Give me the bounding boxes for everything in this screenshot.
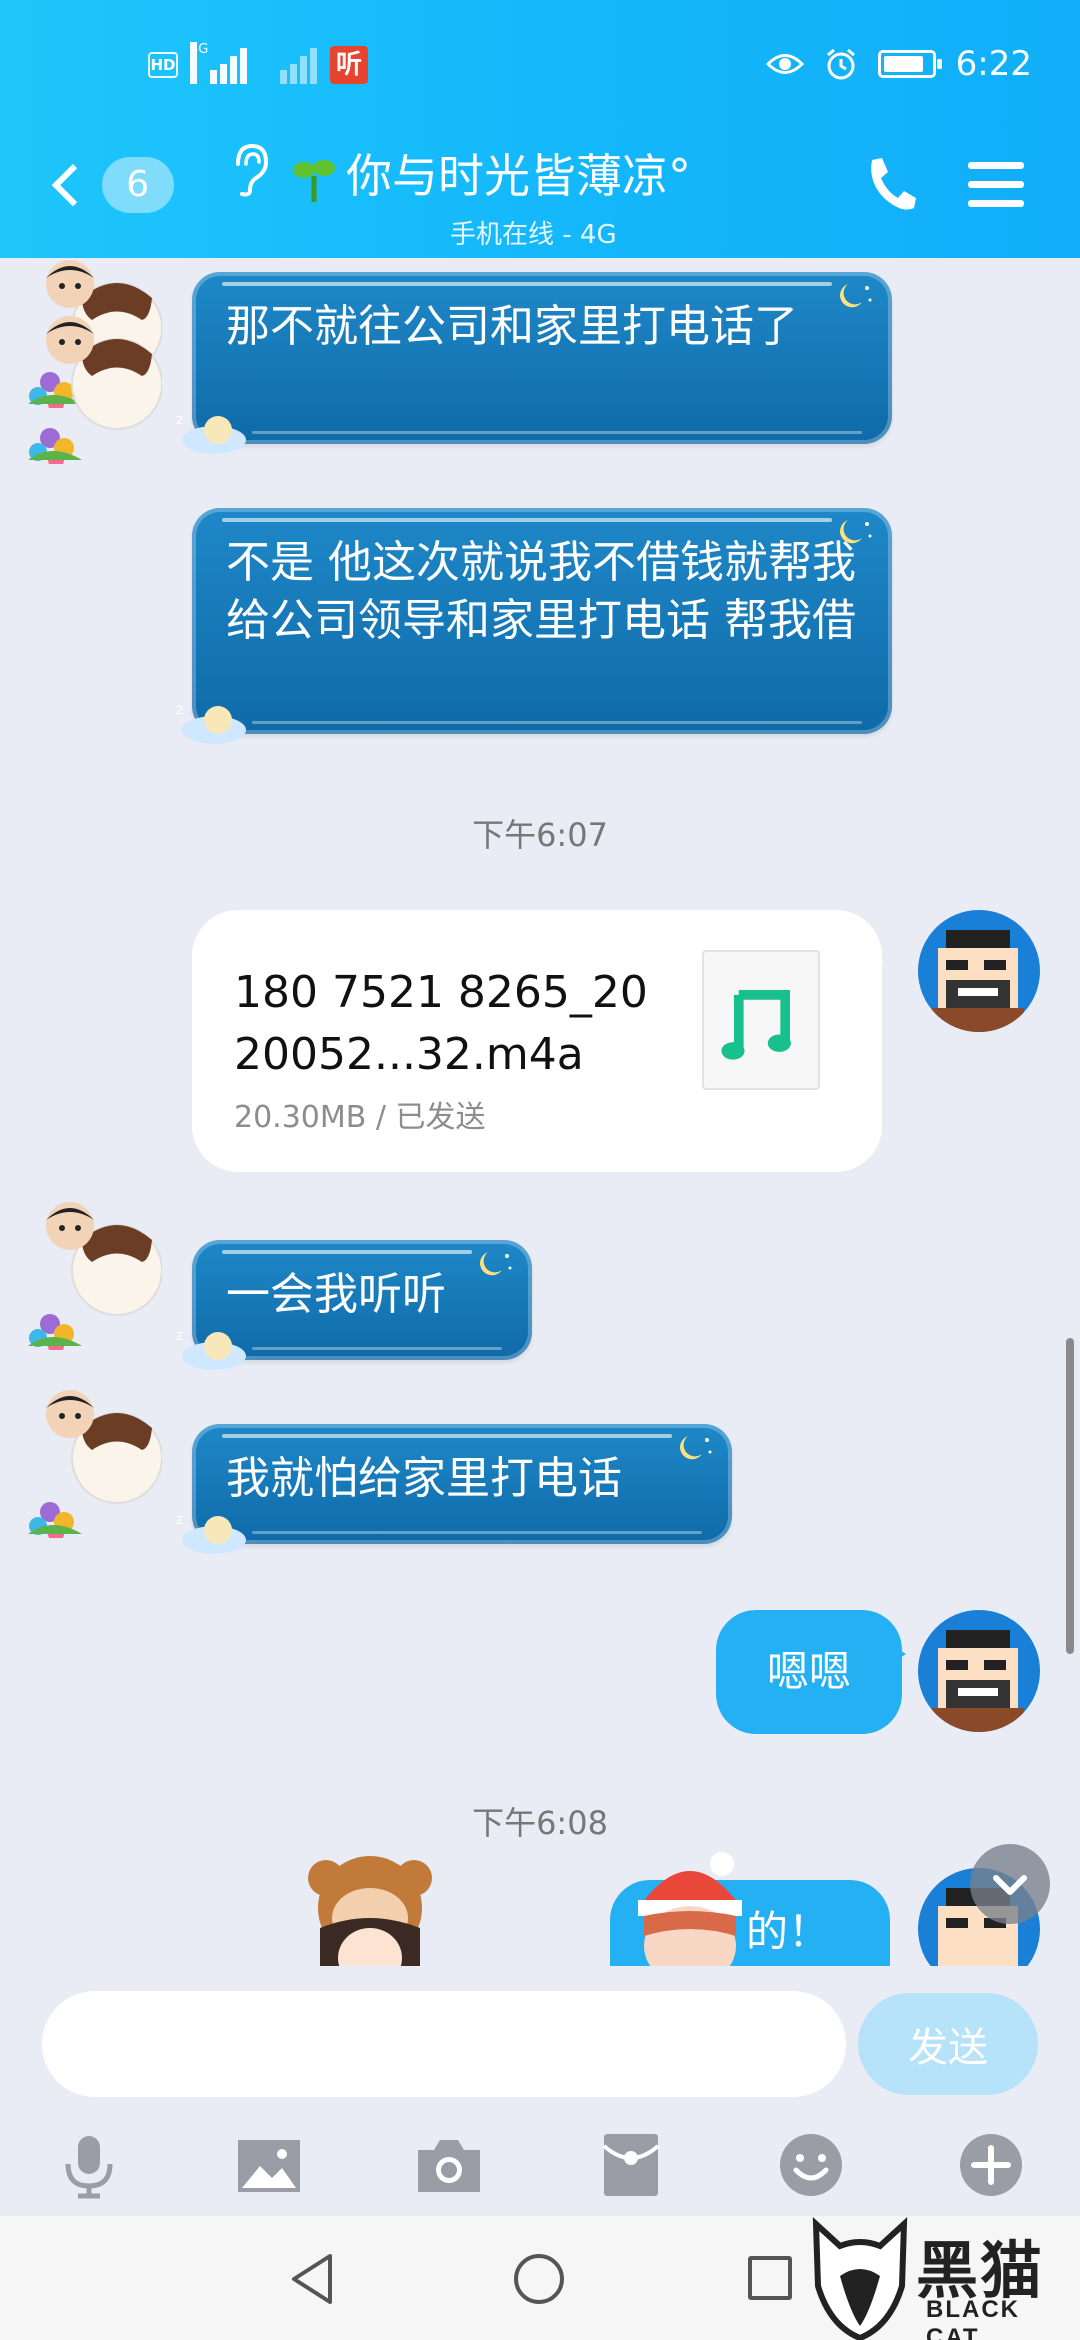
svg-text:z: z [176, 1328, 183, 1344]
system-navigation: 黑猫 BLACK CAT [0, 2216, 1080, 2340]
camera-icon[interactable] [414, 2130, 484, 2200]
hd-indicator: HD [148, 52, 178, 78]
svg-text:z: z [176, 1512, 183, 1528]
black-cat-logo-icon [812, 2216, 908, 2340]
timestamp: 下午6:08 [472, 1804, 608, 1842]
pixel-man-icon [932, 1630, 1024, 1732]
sleeping-cat-icon: z [176, 1512, 246, 1554]
nav-back-icon[interactable] [288, 2252, 338, 2306]
app-notification-icon: 听 [330, 46, 368, 84]
svg-text:z: z [176, 702, 183, 718]
chat-navbar: 6 你与时光皆薄凉° 手机在线 - 4G [0, 120, 1080, 250]
moon-icon [840, 520, 872, 544]
input-toolbar [0, 2116, 1080, 2216]
emoji-icon[interactable] [776, 2130, 846, 2200]
chevron-down-icon [993, 1875, 1027, 1895]
file-meta: 20.30MB / 已发送 [234, 1100, 486, 1135]
black-cat-watermark: 黑猫 BLACK CAT [810, 2216, 1080, 2340]
signal-icon-secondary [260, 46, 318, 84]
beanie-girl-sticker-icon [638, 1852, 742, 1986]
message-bubble[interactable]: 我就怕给家里打电话 z [176, 1424, 732, 1554]
message-input[interactable] [42, 1991, 846, 2097]
message-bubble[interactable]: 不是 他这次就说我不借钱就帮我给公司领导和家里打电话 帮我借 z [176, 508, 892, 744]
nav-home-icon[interactable] [514, 2254, 564, 2304]
svg-text:z: z [176, 412, 183, 428]
red-packet-icon[interactable] [596, 2130, 666, 2200]
eye-comfort-icon [765, 54, 804, 74]
chevron-left-icon [51, 163, 94, 207]
message-text: 我就怕给家里打电话 [226, 1453, 622, 1504]
plus-icon[interactable] [956, 2130, 1026, 2200]
scrollbar[interactable] [1066, 1338, 1074, 1654]
contact-avatar[interactable] [22, 1388, 162, 1538]
message-list[interactable]: 那不就往公司和家里打电话了 z 不是 他这次就说我不借钱就帮我给公司领导和家里打… [0, 258, 1080, 1988]
message-bubble[interactable]: 一会我听听 z [176, 1240, 532, 1370]
contact-avatar[interactable] [22, 314, 162, 464]
message-bubble-sent[interactable]: 嗯嗯 [716, 1610, 906, 1734]
unread-count-badge: 6 [101, 157, 174, 213]
online-status: 手机在线 - 4G [450, 220, 617, 250]
sleeping-cat-icon: z [176, 702, 246, 744]
file-message[interactable]: 180 7521 8265_2020052...32.m4a 20.30MB /… [192, 910, 884, 1172]
timestamp: 下午6:07 [472, 816, 608, 854]
image-icon[interactable] [234, 2130, 304, 2200]
chat-title: 你与时光皆薄凉° [346, 149, 691, 203]
message-text: 不是 他这次就说我不借钱就帮我给公司领导和家里打电话 帮我借 [226, 537, 856, 646]
watermark-text-en: BLACK CAT [926, 2296, 1020, 2340]
nav-recent-icon[interactable] [748, 2256, 792, 2300]
phone-call-icon[interactable] [862, 154, 918, 214]
status-bar: HD 4G 听 6:22 [0, 40, 1080, 96]
my-avatar[interactable] [918, 1610, 1040, 1732]
message-text: 一会我听听 [226, 1269, 446, 1320]
my-avatar[interactable] [918, 910, 1040, 1032]
sprout-icon [293, 160, 335, 202]
scroll-to-bottom-button[interactable] [970, 1844, 1050, 1924]
message-text: 嗯嗯 [766, 1647, 851, 1696]
battery-icon [877, 50, 942, 78]
back-button[interactable]: 6 [44, 150, 174, 220]
pixel-man-icon [932, 930, 1024, 1032]
message-bubble[interactable]: 那不就往公司和家里打电话了 z [176, 272, 892, 454]
moon-icon [680, 1436, 712, 1460]
ear-icon[interactable] [228, 142, 272, 198]
clock: 6:22 [955, 44, 1032, 84]
moon-icon [480, 1252, 512, 1276]
music-file-icon [702, 950, 820, 1090]
alarm-icon [826, 48, 855, 80]
signal-icon: 4G [190, 42, 248, 84]
send-button[interactable]: 发送 [858, 1993, 1038, 2095]
moon-icon [840, 284, 872, 308]
message-text: 那不就往公司和家里打电话了 [226, 301, 798, 352]
app-header: HD 4G 听 6:22 6 你与时光皆薄凉° 手机在线 - 4G [0, 0, 1080, 258]
sleeping-cat-icon: z [176, 412, 246, 454]
file-name: 180 7521 8265_2020052...32.m4a [234, 967, 648, 1080]
input-bar: 发送 [0, 1966, 1080, 2116]
menu-icon[interactable] [968, 162, 1024, 208]
mic-icon[interactable] [54, 2130, 124, 2200]
contact-avatar[interactable] [22, 1200, 162, 1350]
sleeping-cat-icon: z [176, 1328, 246, 1370]
